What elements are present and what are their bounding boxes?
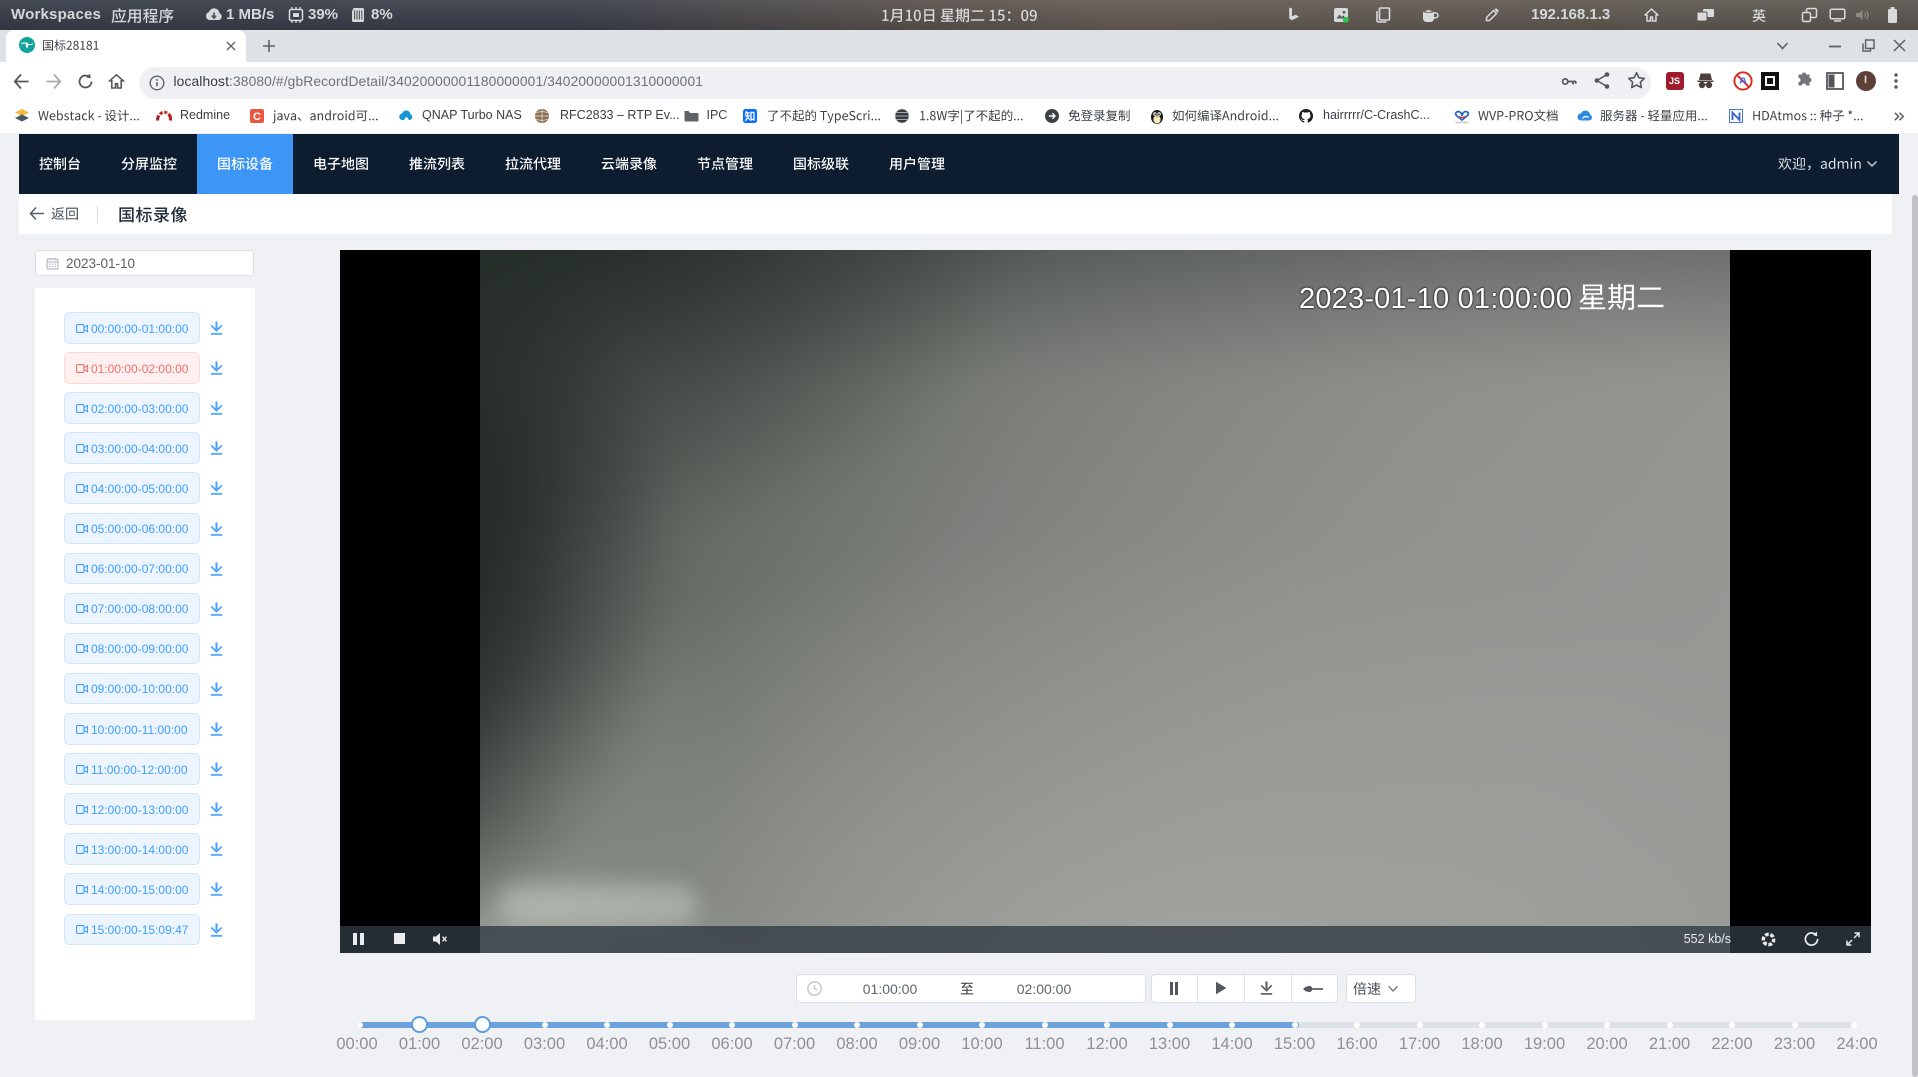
svg-text:WVP-PRO: WVP-PRO [1455,120,1469,124]
svg-text:C: C [253,111,261,123]
